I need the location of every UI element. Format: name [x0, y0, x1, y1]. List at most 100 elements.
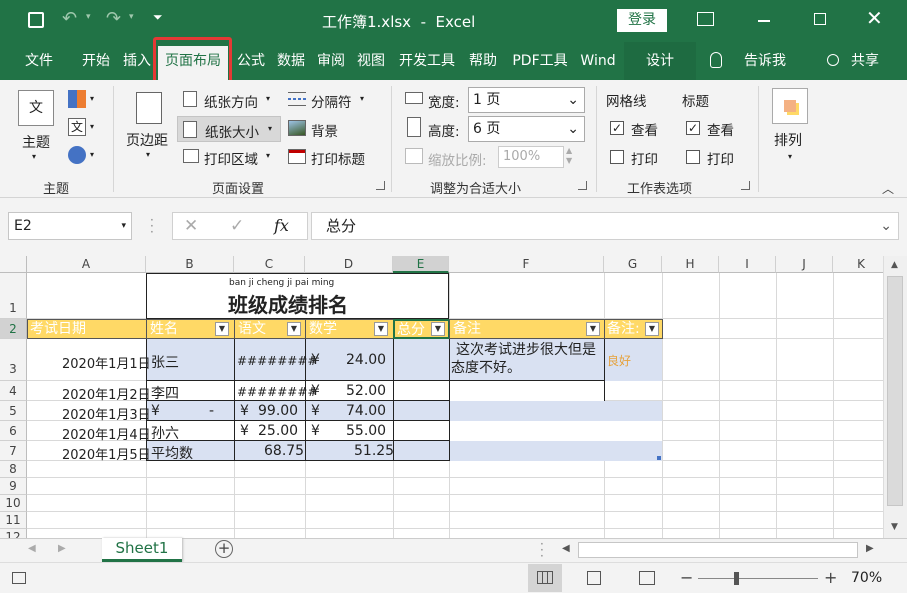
redo-icon[interactable]: ↷	[106, 8, 121, 29]
height-select[interactable]: 6 页 ⌄	[468, 116, 585, 142]
size-button[interactable]: 纸张大小 ▾	[177, 116, 281, 142]
cell-a3[interactable]: 2020年1月1日	[62, 353, 151, 372]
tab-formulas[interactable]: 公式	[232, 42, 270, 80]
next-sheet-icon[interactable]: ▶	[58, 543, 66, 554]
tab-insert[interactable]: 插入	[118, 42, 156, 80]
hscroll-left-icon[interactable]: ◀	[562, 543, 570, 554]
worksheet-grid[interactable]: A B C D E F G H I J K 1 2 3 4 5 6 7 8 9 …	[0, 256, 883, 538]
row-header-7[interactable]: 7	[0, 441, 27, 461]
fonts-icon[interactable]: 文	[68, 118, 86, 136]
macro-record-icon[interactable]	[12, 572, 26, 584]
filter-dropdown-icon[interactable]: ▼	[645, 322, 659, 336]
select-all-corner[interactable]	[0, 256, 27, 273]
column-header-a[interactable]: A	[27, 256, 146, 273]
tab-wind[interactable]: Wind	[576, 42, 620, 80]
zoom-in-icon[interactable]: +	[824, 568, 837, 587]
gridlines-print-checkbox[interactable]	[610, 150, 624, 164]
tab-help[interactable]: 帮助	[464, 42, 502, 80]
gridlines-view-checkbox[interactable]: ✓	[610, 121, 624, 135]
cell-a6[interactable]: 2020年1月4日	[62, 424, 151, 443]
row-header-11[interactable]: 11	[0, 512, 27, 529]
cell-a7[interactable]: 2020年1月5日	[62, 444, 151, 463]
row-header-2[interactable]: 2	[0, 319, 27, 339]
column-header-d[interactable]: D	[305, 256, 393, 273]
table-resize-handle[interactable]	[657, 456, 661, 460]
redo-dropdown-icon[interactable]: ▾	[129, 12, 134, 22]
cell-d7[interactable]: 51.25	[354, 443, 394, 459]
arrange-button[interactable]: 排列 ▾	[768, 86, 812, 170]
colors-icon[interactable]	[68, 90, 86, 108]
insert-function-icon[interactable]: fx	[274, 216, 289, 235]
tab-data[interactable]: 数据	[272, 42, 310, 80]
filter-dropdown-icon[interactable]: ▼	[586, 322, 600, 336]
undo-icon[interactable]: ↶	[62, 8, 77, 29]
headings-view-checkbox[interactable]: ✓	[686, 121, 700, 135]
add-sheet-icon[interactable]: +	[215, 540, 233, 558]
scroll-down-icon[interactable]: ▼	[891, 522, 898, 532]
zoom-slider-thumb[interactable]	[734, 572, 739, 585]
background-button[interactable]: 背景	[286, 118, 370, 140]
minimize-icon[interactable]	[758, 20, 770, 22]
column-header-c[interactable]: C	[234, 256, 305, 273]
hscroll-right-icon[interactable]: ▶	[866, 543, 874, 554]
zoom-level[interactable]: 70%	[851, 570, 882, 586]
row-header-3[interactable]: 3	[0, 339, 27, 381]
cell-b6[interactable]: 孙六	[151, 423, 179, 443]
login-button[interactable]: 登录	[617, 9, 667, 32]
row-header-9[interactable]: 9	[0, 478, 27, 495]
orientation-button[interactable]: 纸张方向 ▾	[180, 89, 276, 111]
filter-dropdown-icon[interactable]: ▼	[431, 322, 445, 336]
header-date[interactable]: 考试日期	[27, 319, 147, 339]
tab-pdf-tools[interactable]: PDF工具	[506, 42, 574, 80]
cancel-icon[interactable]: ✕	[184, 216, 198, 236]
width-select[interactable]: 1 页 ⌄	[468, 87, 585, 113]
close-icon[interactable]: ✕	[866, 6, 883, 30]
cell-c4[interactable]: ########	[237, 385, 317, 399]
column-header-g[interactable]: G	[604, 256, 662, 273]
formula-input[interactable]: 总分 ⌄	[311, 212, 899, 240]
row-header-8[interactable]: 8	[0, 461, 27, 478]
themes-button[interactable]: 文 主题 ▾	[14, 88, 60, 168]
chevron-down-icon[interactable]: ⌄	[880, 213, 892, 239]
collapse-ribbon-icon[interactable]: ︿	[882, 180, 894, 197]
cell-a4[interactable]: 2020年1月2日	[62, 384, 151, 403]
row-header-5[interactable]: 5	[0, 401, 27, 421]
drag-handle-icon[interactable]: · · ·	[150, 214, 154, 238]
row-header-6[interactable]: 6	[0, 421, 27, 441]
dialog-launcher-icon[interactable]	[376, 181, 385, 190]
undo-dropdown-icon[interactable]: ▾	[86, 12, 91, 22]
maximize-icon[interactable]	[814, 13, 826, 25]
zoom-out-icon[interactable]: −	[680, 568, 693, 587]
cell-b5[interactable]: -	[209, 403, 214, 419]
column-header-b[interactable]: B	[146, 256, 234, 273]
cell-c3[interactable]: ########	[237, 354, 317, 368]
cell-c7[interactable]: 68.75	[264, 443, 304, 459]
tab-home[interactable]: 开始	[77, 42, 115, 80]
column-header-j[interactable]: J	[776, 256, 833, 273]
cell-f3[interactable]: 这次考试进步很大但是态度不好。	[451, 341, 603, 377]
prev-sheet-icon[interactable]: ◀	[28, 543, 36, 554]
share-button[interactable]: 共享	[845, 42, 885, 80]
cell-b4[interactable]: 李四	[151, 383, 179, 403]
filter-dropdown-icon[interactable]: ▼	[215, 322, 229, 336]
row-header-10[interactable]: 10	[0, 495, 27, 512]
cell-b3[interactable]: 张三	[151, 352, 179, 372]
save-icon[interactable]	[28, 12, 44, 28]
row-header-4[interactable]: 4	[0, 381, 27, 401]
tab-developer[interactable]: 开发工具	[394, 42, 460, 80]
tell-me-search[interactable]: 告诉我	[738, 42, 792, 80]
breaks-button[interactable]: 分隔符 ▾	[286, 89, 370, 111]
customize-qat-icon[interactable]: ⏷	[153, 10, 163, 25]
column-header-f[interactable]: F	[449, 256, 604, 273]
cell-d4[interactable]: 52.00	[346, 383, 386, 399]
column-header-k[interactable]: K	[833, 256, 883, 273]
cell-d5[interactable]: 74.00	[346, 403, 386, 419]
cell-g3[interactable]: 良好	[607, 352, 631, 369]
tab-review[interactable]: 审阅	[312, 42, 350, 80]
zoom-slider[interactable]	[698, 578, 818, 579]
row-header-1[interactable]: 1	[0, 273, 27, 319]
column-header-i[interactable]: I	[719, 256, 776, 273]
page-break-view-icon[interactable]	[639, 571, 655, 585]
page-layout-view-icon[interactable]	[587, 571, 601, 585]
filter-dropdown-icon[interactable]: ▼	[374, 322, 388, 336]
